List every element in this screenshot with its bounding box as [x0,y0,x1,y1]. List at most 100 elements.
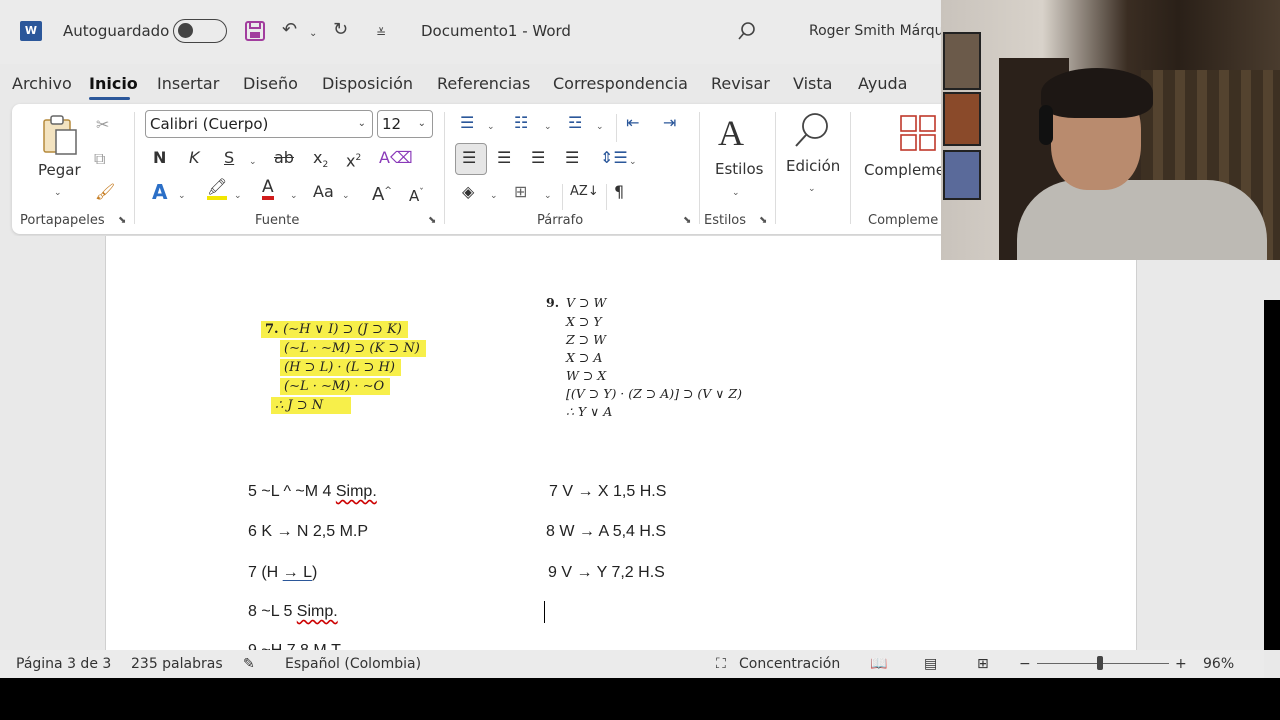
editing-label[interactable]: Edición [786,157,840,175]
font-size-combo[interactable]: 12 ⌄ [377,110,433,138]
wall-picture [943,150,981,200]
borders-dropdown-icon[interactable]: ⌄ [544,185,552,207]
shrink-font-button[interactable]: Aˇ [409,182,424,207]
exercise-7-line-2: (∼L · ∼M) ⊃ (K ⊃ N) [280,340,426,357]
styles-dropdown-icon[interactable]: ⌄ [732,182,740,204]
language[interactable]: Español (Colombia) [285,656,421,672]
zoom-level[interactable]: 96% [1203,656,1234,672]
superscript-button[interactable]: x2 [346,147,361,172]
headset [1039,105,1053,145]
bold-button[interactable]: N [153,147,166,169]
numbering-icon[interactable]: ☷ [514,112,528,134]
increase-indent-icon[interactable]: ⇥ [663,112,676,134]
borders-icon[interactable]: ⊞ [514,181,527,203]
undo-dropdown-icon[interactable]: ⌄ [309,22,317,46]
cut-icon[interactable]: ✂ [96,114,109,136]
proof-line-7-close: ) [312,564,318,581]
clear-formatting-icon[interactable]: A⌫ [379,147,413,169]
sort-icon[interactable]: AZ↓ [570,181,599,203]
search-icon[interactable] [737,21,757,41]
styles-launcher-icon[interactable]: ⬊ [759,215,767,226]
word-count[interactable]: 235 palabras [131,656,223,672]
styles-icon[interactable]: A [718,112,744,154]
justify-icon[interactable]: ☰ [565,147,579,169]
text-effects-icon[interactable]: A [152,181,167,203]
zoom-out-icon[interactable]: − [1019,656,1031,672]
paragraph-launcher-icon[interactable]: ⬊ [683,215,691,226]
multilevel-dropdown-icon[interactable]: ⌄ [596,116,604,138]
tab-referencias[interactable]: Referencias [437,74,530,93]
line-spacing-dropdown-icon[interactable]: ⌄ [629,151,637,173]
tab-archivo[interactable]: Archivo [12,74,72,93]
tab-inicio[interactable]: Inicio [89,74,138,93]
styles-label[interactable]: Estilos [715,160,764,178]
print-layout-icon[interactable]: ▤ [924,656,937,672]
align-right-icon[interactable]: ☰ [531,147,545,169]
align-left-icon: ☰ [462,148,477,167]
tab-correspondencia[interactable]: Correspondencia [553,74,688,93]
shading-icon[interactable]: ◈ [462,181,474,203]
font-color-icon[interactable]: A [262,178,274,200]
redo-icon[interactable]: ↻ [333,18,348,42]
zoom-slider-handle[interactable] [1097,656,1103,670]
format-painter-icon[interactable]: 🖌 [95,181,115,203]
tab-vista[interactable]: Vista [793,74,832,93]
font-name-combo[interactable]: Calibri (Cuerpo) ⌄ [145,110,373,138]
italic-button[interactable]: K [189,147,200,169]
highlight-icon[interactable]: 🖍 [207,178,228,200]
font-launcher-icon[interactable]: ⬊ [428,215,436,226]
addins-icon[interactable] [899,114,937,152]
text-effects-dropdown-icon[interactable]: ⌄ [178,185,186,207]
customize-toolbar-icon[interactable]: ≚ [376,21,386,45]
toggle-knob [178,23,193,38]
tab-revisar[interactable]: Revisar [711,74,770,93]
align-center-icon[interactable]: ☰ [497,147,511,169]
document-page[interactable]: 7. (∼H ∨ I) ⊃ (J ⊃ K) (∼L · ∼M) ⊃ (K ⊃ N… [105,236,1137,659]
clipboard-launcher-icon[interactable]: ⬊ [118,215,126,226]
tab-ayuda[interactable]: Ayuda [858,74,907,93]
divider [444,112,445,224]
shading-dropdown-icon[interactable]: ⌄ [490,185,498,207]
grow-font-button[interactable]: A^ [372,180,392,206]
bullets-dropdown-icon[interactable]: ⌄ [487,116,495,138]
underline-dropdown-icon[interactable]: ⌄ [249,151,257,173]
zoom-in-icon[interactable]: + [1175,656,1187,672]
editing-dropdown-icon[interactable]: ⌄ [808,178,816,200]
user-name[interactable]: Roger Smith Márqu [809,23,944,39]
font-color-dropdown-icon[interactable]: ⌄ [290,185,298,207]
show-formatting-icon[interactable]: ¶ [614,181,624,203]
editing-search-icon[interactable] [792,110,832,150]
chevron-down-icon: ⌄ [357,118,366,129]
tab-diseno[interactable]: Diseño [243,74,298,93]
line-spacing-icon[interactable]: ⇕☰ [600,147,628,169]
subscript-button[interactable]: x2 [313,147,328,176]
multilevel-list-icon[interactable]: ☲ [568,112,582,134]
autosave-toggle[interactable] [173,19,227,43]
page-count[interactable]: Página 3 de 3 [16,656,111,672]
undo-icon[interactable]: ↶ [282,18,297,42]
focus-mode[interactable]: Concentración [739,656,840,672]
paste-icon[interactable] [40,114,80,158]
read-mode-icon[interactable]: 📖 [870,656,887,672]
focus-icon[interactable]: ⛶ [716,656,726,672]
tab-insertar[interactable]: Insertar [157,74,219,93]
strikethrough-button[interactable]: ab [274,147,294,169]
addins-label[interactable]: Compleme [864,161,945,179]
change-case-dropdown-icon[interactable]: ⌄ [342,185,350,207]
web-layout-icon[interactable]: ⊞ [977,656,989,672]
bullets-icon[interactable]: ☰ [460,112,474,134]
paste-dropdown-icon[interactable]: ⌄ [54,182,62,204]
active-tab-indicator [89,97,130,100]
copy-icon[interactable]: ⧉ [94,148,105,170]
zoom-slider[interactable] [1037,663,1169,664]
proofing-icon[interactable]: ✎ [243,656,255,672]
paste-label[interactable]: Pegar [38,161,81,179]
decrease-indent-icon[interactable]: ⇤ [626,112,639,134]
change-case-button[interactable]: Aa [313,181,334,203]
save-icon[interactable] [244,20,266,42]
underline-button[interactable]: S [224,147,234,169]
tab-disposicion[interactable]: Disposición [322,74,413,93]
numbering-dropdown-icon[interactable]: ⌄ [544,116,552,138]
align-left-button[interactable]: ☰ [455,143,487,175]
highlight-dropdown-icon[interactable]: ⌄ [234,185,242,207]
